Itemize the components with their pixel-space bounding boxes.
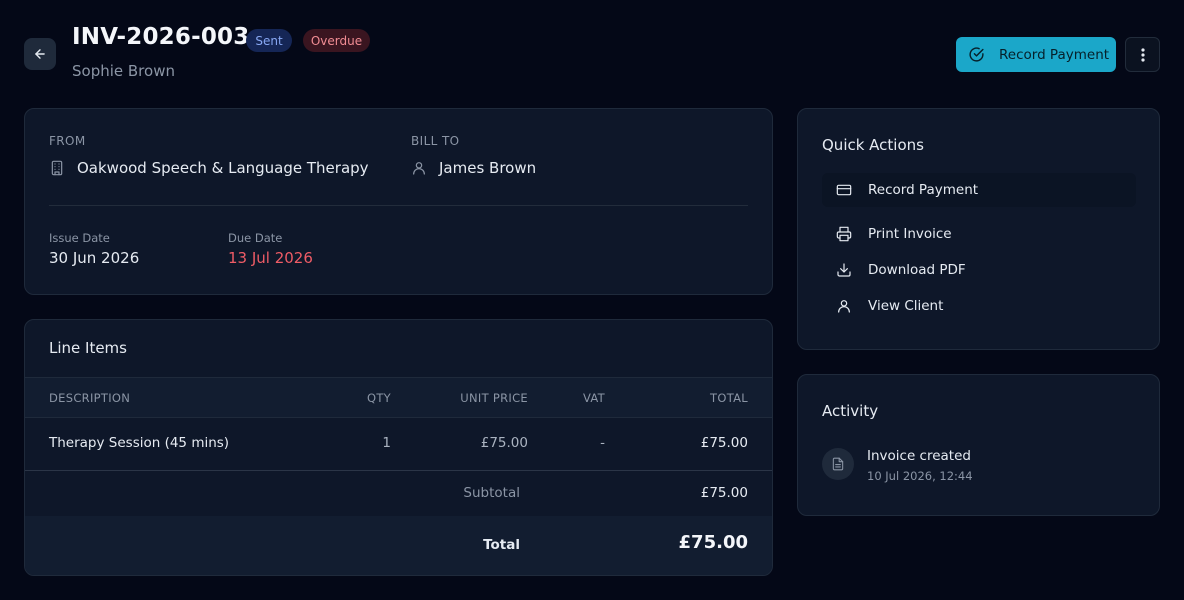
- quick-actions-card: Quick Actions Record Payment Print Invoi…: [797, 108, 1160, 350]
- line-items-card: Line Items DESCRIPTION QTY UNIT PRICE VA…: [24, 319, 773, 576]
- col-unit-price: UNIT PRICE: [460, 391, 528, 405]
- activity-item-time: 10 Jul 2026, 12:44: [867, 469, 973, 483]
- row-total: £75.00: [700, 435, 748, 451]
- table-header: DESCRIPTION QTY UNIT PRICE VAT TOTAL: [25, 377, 772, 418]
- row-vat: -: [600, 435, 605, 451]
- user-icon: [411, 160, 427, 176]
- due-date-label: Due Date: [228, 231, 283, 245]
- row-qty: 1: [382, 435, 391, 451]
- quick-actions-title: Quick Actions: [822, 136, 924, 154]
- issue-date-value: 30 Jun 2026: [49, 249, 140, 267]
- total-row: Total £75.00: [25, 516, 772, 575]
- activity-title: Activity: [822, 402, 879, 420]
- download-icon: [836, 262, 852, 278]
- arrow-left-icon: [33, 47, 47, 61]
- total-value: £75.00: [678, 532, 748, 553]
- line-items-title: Line Items: [49, 339, 127, 357]
- col-qty: QTY: [366, 391, 391, 405]
- credit-card-icon: [836, 182, 852, 198]
- from-label: FROM: [49, 134, 86, 148]
- invoice-details-card: FROM Oakwood Speech & Language Therapy B…: [24, 108, 773, 295]
- row-description: Therapy Session (45 mins): [49, 435, 230, 451]
- bill-to-party: James Brown: [411, 159, 536, 177]
- back-button[interactable]: [24, 38, 56, 70]
- subtotal-label: Subtotal: [463, 485, 520, 501]
- row-unit-price: £75.00: [480, 435, 528, 451]
- more-vertical-icon: [1136, 47, 1150, 63]
- quick-action-label: Record Payment: [868, 182, 979, 198]
- check-circle-icon: [968, 46, 985, 63]
- total-label: Total: [483, 537, 520, 553]
- more-options-button[interactable]: [1125, 37, 1160, 72]
- due-date-value: 13 Jul 2026: [228, 249, 313, 267]
- status-badge-sent: Sent: [246, 29, 292, 52]
- quick-action-download-pdf[interactable]: Download PDF: [822, 253, 1136, 287]
- from-name: Oakwood Speech & Language Therapy: [77, 159, 369, 177]
- invoice-number: INV-2026-003: [72, 24, 250, 50]
- col-description: DESCRIPTION: [49, 391, 131, 405]
- user-icon: [836, 298, 852, 314]
- details-divider: [49, 205, 748, 206]
- client-name: Sophie Brown: [72, 62, 175, 80]
- bill-to-label: BILL TO: [411, 134, 460, 148]
- quick-action-print-invoice[interactable]: Print Invoice: [822, 217, 1136, 251]
- activity-card: Activity Invoice created 10 Jul 2026, 12…: [797, 374, 1160, 516]
- document-icon: [822, 448, 854, 480]
- record-payment-label: Record Payment: [999, 46, 1110, 63]
- quick-action-view-client[interactable]: View Client: [822, 289, 1136, 323]
- issue-date-label: Issue Date: [49, 231, 110, 245]
- printer-icon: [836, 226, 852, 242]
- quick-action-record-payment[interactable]: Record Payment: [822, 173, 1136, 207]
- quick-action-label: Print Invoice: [868, 226, 952, 242]
- table-row: Therapy Session (45 mins) 1 £75.00 - £75…: [25, 418, 772, 470]
- row-separator: [25, 470, 772, 471]
- col-total: TOTAL: [710, 391, 748, 405]
- from-party: Oakwood Speech & Language Therapy: [49, 159, 369, 177]
- activity-item-title: Invoice created: [867, 448, 971, 464]
- col-vat: VAT: [582, 391, 605, 405]
- bill-to-name: James Brown: [439, 159, 537, 177]
- quick-action-label: View Client: [868, 298, 944, 314]
- status-badge-overdue: Overdue: [303, 29, 370, 52]
- quick-action-label: Download PDF: [868, 262, 966, 278]
- building-icon: [49, 160, 65, 176]
- subtotal-value: £75.00: [700, 485, 748, 501]
- record-payment-button[interactable]: Record Payment: [956, 37, 1116, 72]
